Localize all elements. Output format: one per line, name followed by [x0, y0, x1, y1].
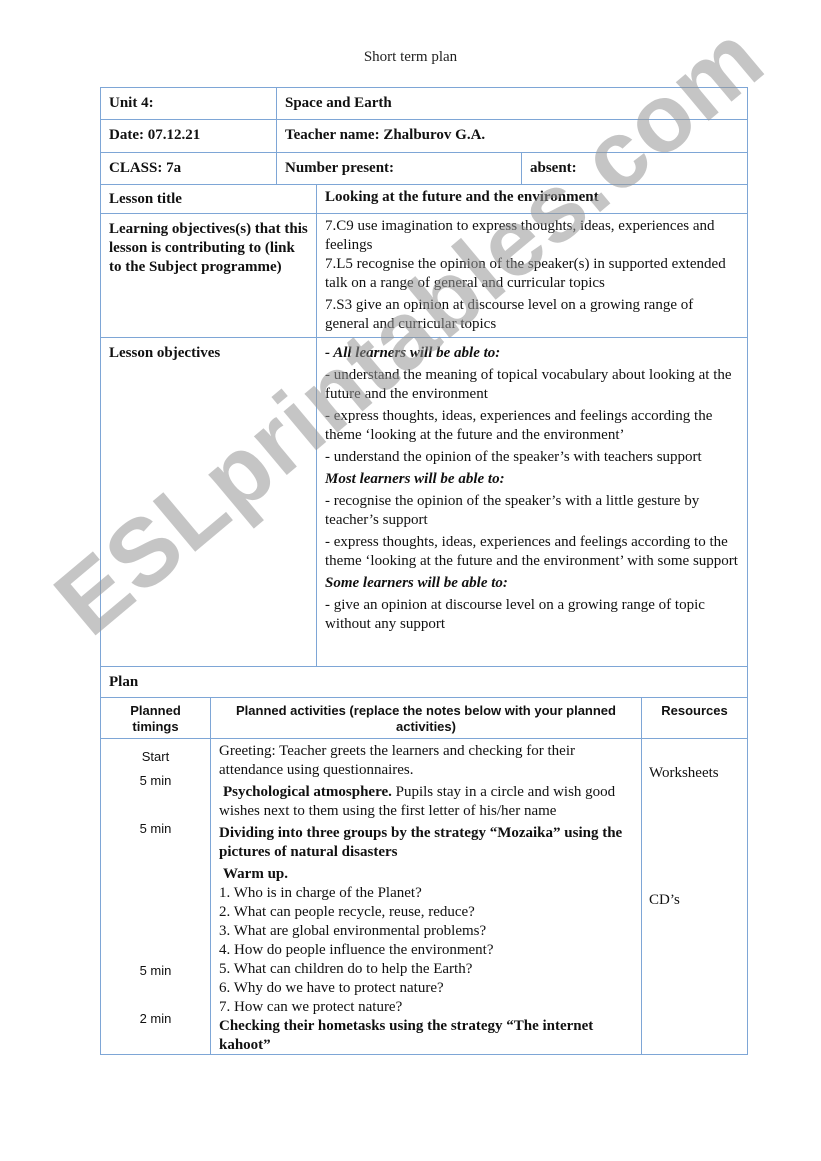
warmup-question: 4. How do people influence the environme…	[219, 942, 494, 958]
absent: absent:	[521, 152, 748, 185]
lesson-title-value: Looking at the future and the environmen…	[316, 184, 748, 214]
warmup-question: 5. What can children do to help the Eart…	[219, 961, 473, 977]
all-learners-heading: - All learners will be able to:	[325, 345, 501, 361]
lesson-objectives-label: Lesson objectives	[100, 337, 317, 667]
objective-item: - give an opinion at discourse level on …	[325, 597, 705, 632]
teacher-name: Teacher name: Zhalburov G.A.	[276, 119, 748, 153]
learning-objective: 7.C9 use imagination to express thoughts…	[325, 218, 715, 253]
timings-cell: Start 5 min 5 min 5 min 2 min	[100, 738, 211, 1055]
learning-objectives-list: 7.C9 use imagination to express thoughts…	[316, 213, 748, 338]
date-label: Date: 07.12.21	[100, 119, 277, 153]
timing: 5 min	[139, 821, 172, 836]
most-learners-heading: Most learners will be able to:	[325, 471, 505, 487]
document-title: Short term plan	[363, 49, 458, 65]
plan-label: Plan	[100, 666, 748, 698]
learning-objective: 7.S3 give an opinion at discourse level …	[325, 297, 694, 332]
timing: Start	[141, 749, 170, 764]
timing: 5 min	[139, 963, 172, 978]
lesson-title-label: Lesson title	[100, 184, 317, 214]
dividing-activity: Dividing into three groups by the strate…	[219, 825, 623, 860]
warmup-question: 6. Why do we have to protect nature?	[219, 980, 444, 996]
resource-item: Worksheets	[649, 765, 719, 781]
column-header-resources: Resources	[641, 697, 748, 739]
learning-objectives-label: Learning objectives(s) that this lesson …	[100, 213, 317, 338]
some-learners-heading: Some learners will be able to:	[325, 575, 508, 591]
number-present: Number present:	[276, 152, 522, 185]
column-header-timings: Planned timings	[100, 697, 211, 739]
psychological-activity: Psychological atmosphere. Pupils stay in…	[219, 783, 633, 821]
column-header-activities: Planned activities (replace the notes be…	[210, 697, 642, 739]
greeting-activity: Greeting: Teacher greets the learners an…	[219, 743, 576, 778]
lesson-objectives-list: - All learners will be able to: - unders…	[316, 337, 748, 667]
objective-item: - understand the meaning of topical voca…	[325, 367, 732, 402]
class-label: CLASS: 7a	[100, 152, 277, 185]
unit-value: Space and Earth	[276, 87, 748, 120]
activities-cell: Greeting: Teacher greets the learners an…	[210, 738, 642, 1055]
warmup-question: 2. What can people recycle, reuse, reduc…	[219, 904, 475, 920]
unit-label: Unit 4:	[100, 87, 277, 120]
resources-cell: Worksheets CD’s	[641, 738, 748, 1055]
warmup-question: 1. Who is in charge of the Planet?	[219, 885, 422, 901]
psychological-heading: Psychological atmosphere.	[223, 784, 392, 800]
resource-item: CD’s	[649, 892, 680, 908]
objective-item: - express thoughts, ideas, experiences a…	[325, 534, 738, 569]
warmup-heading: Warm up.	[223, 866, 289, 882]
warmup-question: 3. What are global environmental problem…	[219, 923, 487, 939]
timing: 2 min	[139, 1011, 172, 1026]
objective-item: - recognise the opinion of the speaker’s…	[325, 493, 700, 528]
checking-activity: Checking their hometasks using the strat…	[219, 1018, 594, 1053]
timing: 5 min	[139, 773, 172, 788]
learning-objective: 7.L5 recognise the opinion of the speake…	[325, 256, 726, 291]
warmup-question: 7. How can we protect nature?	[219, 999, 403, 1015]
objective-item: - understand the opinion of the speaker’…	[325, 449, 702, 465]
objective-item: - express thoughts, ideas, experiences a…	[325, 408, 713, 443]
